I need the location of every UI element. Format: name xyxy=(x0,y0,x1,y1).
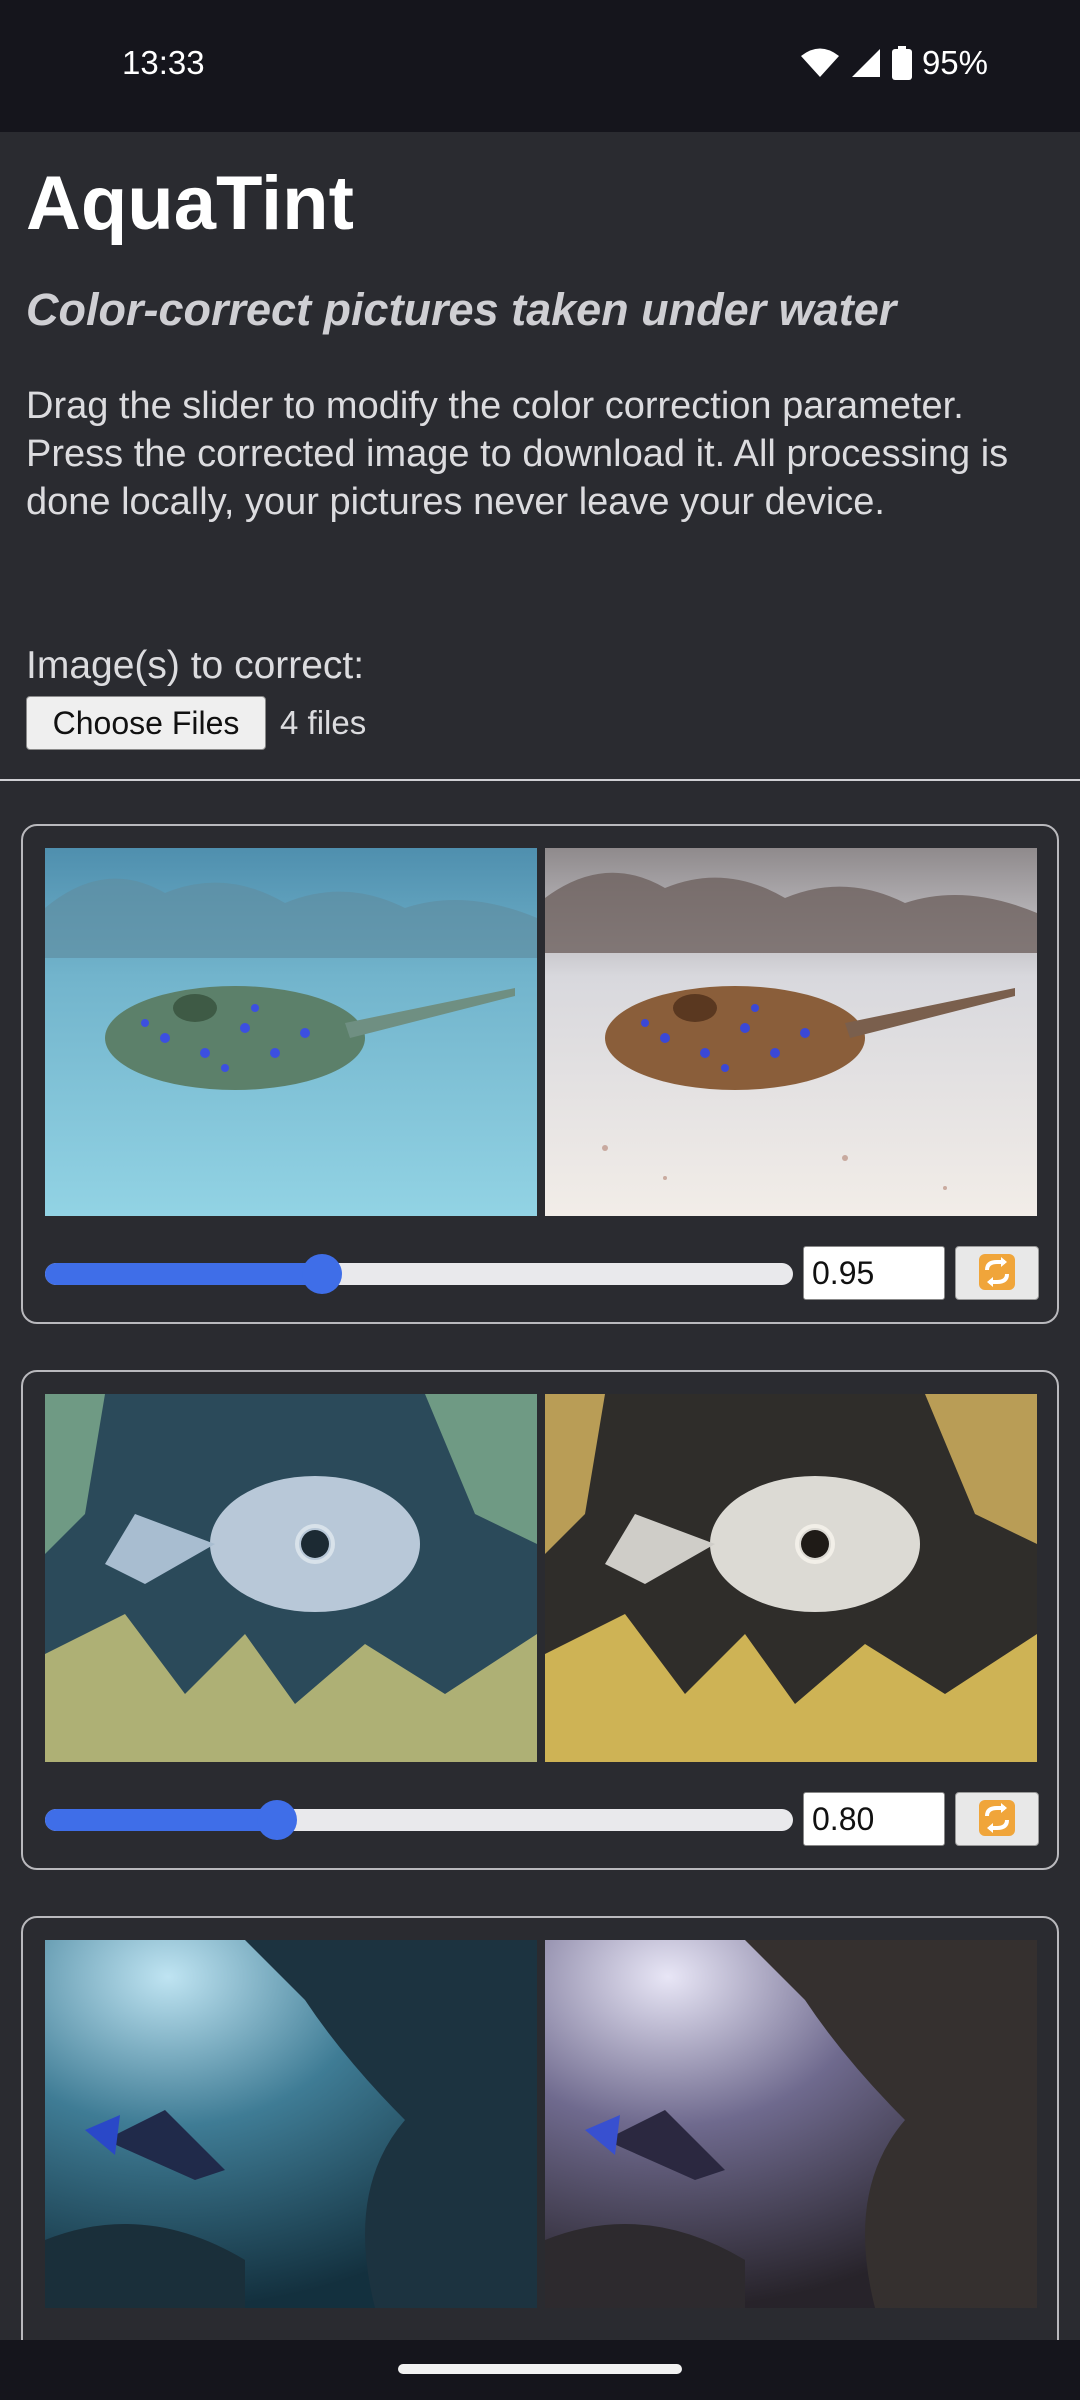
correction-value-input[interactable] xyxy=(803,1246,945,1300)
file-input-label: Image(s) to correct: xyxy=(26,644,365,687)
reset-button[interactable] xyxy=(955,1792,1039,1846)
divider xyxy=(0,779,1080,781)
instructions-text: Drag the slider to modify the color corr… xyxy=(26,385,1009,523)
app-subtitle: Color-correct pictures taken under water xyxy=(26,284,897,335)
signal-icon xyxy=(850,47,882,79)
battery-icon xyxy=(891,46,912,80)
navigation-bar xyxy=(0,2340,1080,2400)
slider-thumb[interactable] xyxy=(301,1254,342,1294)
reset-button[interactable] xyxy=(955,1246,1039,1300)
wifi-icon xyxy=(800,47,840,79)
correction-value-input[interactable] xyxy=(803,1792,945,1846)
page-content: AquaTint Color-correct pictures taken un… xyxy=(0,132,1080,2340)
refresh-icon xyxy=(977,1798,1017,1841)
file-count: 4 files xyxy=(280,704,367,741)
correction-slider[interactable] xyxy=(45,1254,793,1294)
home-gesture-handle[interactable] xyxy=(398,2364,682,2374)
image-card xyxy=(21,1370,1059,1870)
refresh-icon xyxy=(977,1252,1017,1295)
image-card xyxy=(21,1916,1059,2340)
corrected-image[interactable] xyxy=(545,1940,1037,2308)
corrected-image[interactable] xyxy=(545,848,1037,1216)
choose-files-button[interactable]: Choose Files xyxy=(26,696,266,750)
original-image xyxy=(45,1394,537,1762)
image-card xyxy=(21,824,1059,1324)
corrected-image[interactable] xyxy=(545,1394,1037,1762)
battery-percent: 95% xyxy=(921,44,988,81)
original-image xyxy=(45,1940,537,2308)
file-input: Choose Files 4 files xyxy=(26,696,366,750)
status-icons: 95% xyxy=(800,44,988,82)
status-bar: 13:33 95% xyxy=(0,0,1080,132)
status-time: 13:33 xyxy=(122,44,205,81)
app-title: AquaTint xyxy=(26,161,354,246)
slider-thumb[interactable] xyxy=(256,1800,297,1840)
original-image xyxy=(45,848,537,1216)
slider-fill xyxy=(45,1263,322,1285)
slider-fill xyxy=(45,1809,277,1831)
correction-slider[interactable] xyxy=(45,1800,793,1840)
